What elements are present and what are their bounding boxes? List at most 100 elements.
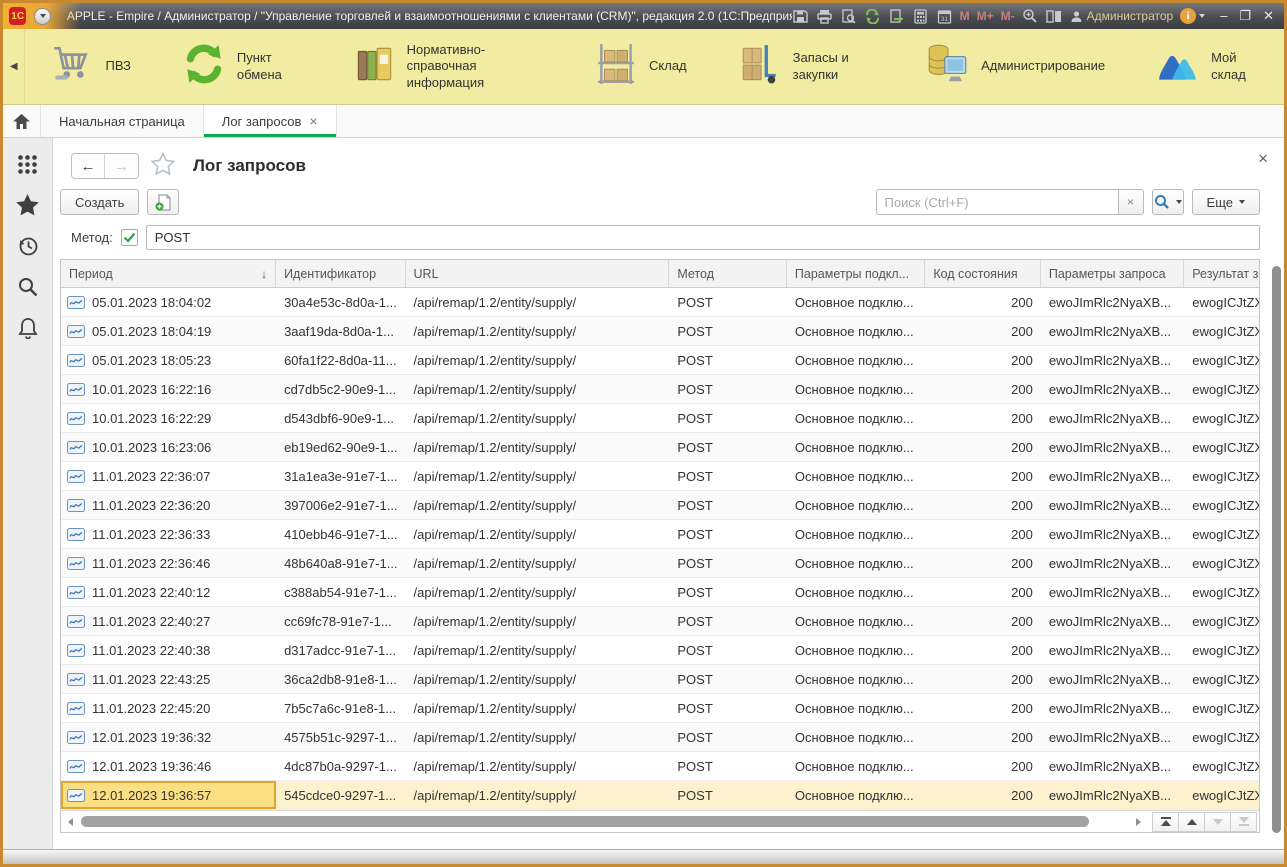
info-icon[interactable]: i xyxy=(1180,8,1205,25)
ribbon-item-sklad[interactable]: Склад xyxy=(569,41,713,92)
moysklad-logo-icon xyxy=(1155,41,1201,92)
calculator-icon[interactable] xyxy=(912,8,929,25)
scroll-left-icon[interactable] xyxy=(61,811,79,832)
cell-connection-params: Основное подклю... xyxy=(795,353,914,368)
minimize-button[interactable]: – xyxy=(1220,8,1227,24)
column-header-identifier[interactable]: Идентификатор xyxy=(276,260,405,287)
go-previous-button[interactable] xyxy=(1178,812,1205,832)
close-button[interactable]: ✕ xyxy=(1263,8,1274,24)
go-last-button[interactable] xyxy=(1230,812,1257,832)
back-button[interactable]: ← xyxy=(72,154,105,178)
table-row[interactable]: 11.01.2023 22:36:33 410ebb46-91e7-1... /… xyxy=(61,520,1259,549)
table-row[interactable]: 11.01.2023 22:45:20 7b5c7a6c-91e8-1... /… xyxy=(61,694,1259,723)
column-header-status-code[interactable]: Код состояния xyxy=(925,260,1041,287)
cell-period: 12.01.2023 19:36:46 xyxy=(92,759,211,774)
cell-result: ewogICJtZX xyxy=(1192,411,1259,426)
ribbon-item-moysklad[interactable]: Мой склад xyxy=(1131,41,1284,92)
ribbon-item-nsi[interactable]: Нормативно-справочная информация xyxy=(327,41,569,92)
memory-m-minus-button[interactable]: M- xyxy=(1001,9,1015,23)
method-filter-input[interactable] xyxy=(146,225,1260,250)
home-button[interactable] xyxy=(3,105,41,137)
cell-result: ewogICJtZX xyxy=(1192,382,1259,397)
search-options-button[interactable] xyxy=(1152,189,1184,215)
go-first-button[interactable] xyxy=(1152,812,1179,832)
zoom-icon[interactable] xyxy=(1022,8,1039,25)
cell-method: POST xyxy=(677,759,712,774)
create-button[interactable]: Создать xyxy=(60,189,139,215)
table-row[interactable]: 10.01.2023 16:23:06 eb19ed62-90e9-1... /… xyxy=(61,433,1259,462)
column-header-period[interactable]: Период ↓ xyxy=(61,260,276,287)
column-header-connection-params[interactable]: Параметры подкл... xyxy=(787,260,925,287)
table-row[interactable]: 11.01.2023 22:40:12 c388ab54-91e7-1... /… xyxy=(61,578,1259,607)
tab-home-page[interactable]: Начальная страница xyxy=(41,105,204,137)
memory-m-plus-button[interactable]: M+ xyxy=(977,9,994,23)
forward-button[interactable]: → xyxy=(105,154,138,178)
ribbon-collapse-button[interactable]: ◀ xyxy=(3,29,25,104)
cell-method: POST xyxy=(677,295,712,310)
ribbon-item-exchange[interactable]: Пункт обмена xyxy=(157,41,327,92)
record-icon xyxy=(67,615,85,628)
cell-url: /api/remap/1.2/entity/supply/ xyxy=(414,440,577,455)
titlebar-menu-icon[interactable] xyxy=(34,8,50,25)
sync-exchange-icon[interactable] xyxy=(864,8,881,25)
current-user[interactable]: Администратор xyxy=(1070,9,1174,23)
print-preview-icon[interactable] xyxy=(840,8,857,25)
table-row[interactable]: 12.01.2023 19:36:46 4dc87b0a-9297-1... /… xyxy=(61,752,1259,781)
calendar-icon[interactable]: 31 xyxy=(936,8,953,25)
more-button[interactable]: Еще xyxy=(1192,189,1260,215)
go-next-button[interactable] xyxy=(1204,812,1231,832)
cell-method: POST xyxy=(677,469,712,484)
cell-connection-params: Основное подклю... xyxy=(795,295,914,310)
table-row[interactable]: 11.01.2023 22:43:25 36ca2db8-91e8-1... /… xyxy=(61,665,1259,694)
copy-record-button[interactable] xyxy=(147,189,179,215)
memory-m-button[interactable]: M xyxy=(960,9,970,23)
favorites-star-icon[interactable] xyxy=(16,193,40,217)
table-row[interactable]: 05.01.2023 18:05:23 60fa1f22-8d0a-11... … xyxy=(61,346,1259,375)
horizontal-scroll-track[interactable] xyxy=(79,811,1129,832)
link-document-icon[interactable] xyxy=(888,8,905,25)
column-header-result[interactable]: Результат з xyxy=(1184,260,1259,287)
vertical-scroll-thumb[interactable] xyxy=(1272,266,1281,833)
ribbon-item-pvz[interactable]: ПВЗ xyxy=(25,41,156,92)
column-header-request-params[interactable]: Параметры запроса xyxy=(1041,260,1184,287)
page-close-button[interactable]: × xyxy=(1258,150,1268,167)
table-row[interactable]: 11.01.2023 22:36:46 48b640a8-91e7-1... /… xyxy=(61,549,1259,578)
notifications-bell-icon[interactable] xyxy=(16,316,40,340)
table-row[interactable]: 11.01.2023 22:40:38 d317adcc-91e7-1... /… xyxy=(61,636,1259,665)
table-row[interactable]: 11.01.2023 22:40:27 cc69fc78-91e7-1... /… xyxy=(61,607,1259,636)
ribbon-item-zakupki[interactable]: Запасы и закупки xyxy=(713,41,901,92)
table-row[interactable]: 12.01.2023 19:36:32 4575b51c-9297-1... /… xyxy=(61,723,1259,752)
table-row[interactable]: 12.01.2023 19:36:57 545cdce0-9297-1... /… xyxy=(61,781,1259,810)
search-icon[interactable] xyxy=(16,275,40,299)
home-icon xyxy=(13,114,30,129)
user-icon xyxy=(1070,10,1083,23)
cell-request-params: ewoJImRlc2NyaXB... xyxy=(1049,643,1171,658)
table-row[interactable]: 11.01.2023 22:36:20 397006e2-91e7-1... /… xyxy=(61,491,1259,520)
search-clear-button[interactable]: × xyxy=(1118,189,1144,215)
tab-request-log[interactable]: Лог запросов × xyxy=(204,105,337,137)
horizontal-scrollbar[interactable] xyxy=(61,810,1259,832)
cell-url: /api/remap/1.2/entity/supply/ xyxy=(414,527,577,542)
ribbon-item-administration[interactable]: Администрирование xyxy=(901,41,1131,92)
favorite-star-icon[interactable] xyxy=(151,152,175,180)
column-header-method[interactable]: Метод xyxy=(669,260,787,287)
method-checkbox[interactable] xyxy=(121,229,138,246)
record-icon xyxy=(67,383,85,396)
table-row[interactable]: 10.01.2023 16:22:16 cd7db5c2-90e9-1... /… xyxy=(61,375,1259,404)
table-row[interactable]: 11.01.2023 22:36:07 31a1ea3e-91e7-1... /… xyxy=(61,462,1259,491)
scroll-right-icon[interactable] xyxy=(1129,811,1147,832)
horizontal-scroll-thumb[interactable] xyxy=(81,816,1089,827)
print-icon[interactable] xyxy=(816,8,833,25)
split-window-icon[interactable] xyxy=(1046,8,1063,25)
vertical-scrollbar[interactable] xyxy=(1272,266,1281,833)
tab-close-icon[interactable]: × xyxy=(309,114,317,128)
history-icon[interactable] xyxy=(16,234,40,258)
menu-grid-icon[interactable] xyxy=(16,152,40,176)
table-row[interactable]: 05.01.2023 18:04:02 30a4e53c-8d0a-1... /… xyxy=(61,288,1259,317)
search-input[interactable] xyxy=(876,189,1118,215)
maximize-button[interactable]: ❐ xyxy=(1239,8,1251,24)
table-row[interactable]: 05.01.2023 18:04:19 3aaf19da-8d0a-1... /… xyxy=(61,317,1259,346)
column-header-url[interactable]: URL xyxy=(406,260,670,287)
save-icon[interactable] xyxy=(792,8,809,25)
table-row[interactable]: 10.01.2023 16:22:29 d543dbf6-90e9-1... /… xyxy=(61,404,1259,433)
